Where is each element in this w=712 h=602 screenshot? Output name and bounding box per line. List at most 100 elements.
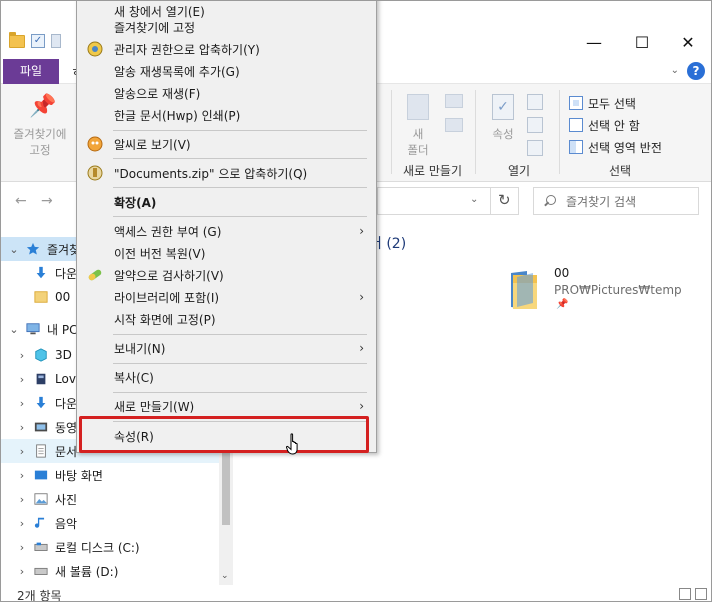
menu-divider: [113, 363, 367, 364]
menu-item-copy[interactable]: 복사(C): [79, 366, 374, 388]
group-label-open: 열기: [508, 164, 531, 178]
large-icons-view-icon[interactable]: [695, 588, 707, 600]
refresh-icon[interactable]: ↻: [498, 191, 511, 209]
menu-item-restore-versions[interactable]: 이전 버전 복원(V): [79, 242, 374, 264]
pin-icon: 📌: [556, 299, 569, 310]
folder-icon: [511, 271, 537, 309]
open-icon[interactable]: [527, 94, 543, 110]
folder-icon: [34, 291, 48, 303]
new-folder-quick-icon[interactable]: [51, 34, 61, 48]
pin-to-quick-access-button[interactable]: 📌 즐겨찾기에 고정: [5, 92, 75, 158]
nav-scrollbar-thumb[interactable]: [222, 453, 230, 525]
invert-selection-icon: [569, 140, 583, 154]
chevron-right-icon[interactable]: ›: [15, 469, 29, 482]
nav-label: 음악: [55, 516, 78, 531]
chevron-right-icon[interactable]: ›: [15, 421, 29, 434]
nav-label: 새 볼륨 (D:): [55, 564, 119, 579]
menu-item-add-playlist[interactable]: 알송 재생목록에 추가(G): [79, 60, 374, 82]
back-arrow-icon[interactable]: ←: [15, 193, 27, 209]
menu-item-grant-access[interactable]: 액세스 권한 부여 (G) ›: [79, 220, 374, 242]
menu-item-print-hwp[interactable]: 한글 문서(Hwp) 인쇄(P): [79, 104, 374, 126]
nav-item-local-disk[interactable]: › 로컬 디스크 (C:): [1, 535, 219, 559]
zip-archive-icon: [87, 165, 103, 181]
ribbon-divider: [559, 90, 560, 174]
menu-divider: [113, 187, 367, 188]
search-input[interactable]: 즐겨찾기 검색: [533, 187, 699, 215]
menu-item-send-to[interactable]: 보내기(N) ›: [79, 337, 374, 359]
nav-label: 내 PC: [47, 322, 78, 337]
ribbon-expand-icon[interactable]: ⌄: [671, 65, 679, 76]
select-all-button[interactable]: 모두 선택: [569, 92, 662, 114]
chevron-right-icon[interactable]: ›: [15, 445, 29, 458]
nav-label: Lov: [55, 372, 76, 386]
highlight-box: [79, 416, 369, 453]
menu-item-pin-quick-access[interactable]: 즐겨찾기에 고정: [79, 16, 374, 38]
drive-icon: [36, 373, 46, 385]
nav-item-pictures[interactable]: › 사진: [1, 487, 219, 511]
invert-selection-button[interactable]: 선택 영역 반전: [569, 136, 662, 158]
scroll-down-icon[interactable]: ⌄: [221, 571, 229, 581]
address-box[interactable]: ⌄ ↻: [377, 187, 519, 215]
context-menu: 새 창에서 열기(E) 즐겨찾기에 고정 관리자 권한으로 압축하기(Y) 알송…: [76, 1, 377, 453]
new-folder-button[interactable]: 새 폴더: [401, 92, 435, 158]
chevron-down-icon[interactable]: ⌄: [7, 323, 21, 336]
search-icon: [544, 195, 556, 207]
menu-item-new[interactable]: 새로 만들기(W) ›: [79, 395, 374, 417]
cube-icon: [35, 348, 47, 362]
document-icon: [36, 444, 46, 458]
menu-item-scan-alyac[interactable]: 알약으로 검사하기(V): [79, 264, 374, 286]
properties-button[interactable]: ✓ 속성: [483, 92, 523, 142]
alsee-viewer-icon: [87, 136, 103, 152]
menu-item-expand[interactable]: 확장(A): [79, 191, 374, 213]
menu-divider: [113, 158, 367, 159]
history-icon[interactable]: [527, 140, 543, 156]
chevron-right-icon[interactable]: ›: [15, 541, 29, 554]
menu-divider: [113, 216, 367, 217]
nav-label: 00: [55, 290, 71, 304]
edit-icon[interactable]: [527, 117, 543, 133]
chevron-right-icon[interactable]: ›: [15, 565, 29, 578]
nav-label: 동영: [55, 420, 78, 435]
menu-divider: [113, 130, 367, 131]
menu-item-include-library[interactable]: 라이브러리에 포함(I) ›: [79, 286, 374, 308]
easy-access-icon[interactable]: [445, 118, 463, 132]
group-label-new: 새로 만들기: [403, 164, 463, 178]
download-arrow-icon: [36, 396, 46, 409]
chevron-right-icon[interactable]: ›: [15, 493, 29, 506]
nav-item-desktop[interactable]: › 바탕 화면: [1, 463, 219, 487]
minimize-button[interactable]: —: [571, 29, 617, 57]
close-button[interactable]: ✕: [665, 29, 711, 57]
forward-arrow-icon[interactable]: →: [41, 193, 53, 209]
tab-file[interactable]: 파일: [3, 59, 59, 84]
nav-label: 3D: [55, 348, 72, 362]
chevron-right-icon[interactable]: ›: [15, 517, 29, 530]
menu-item-compress-admin[interactable]: 관리자 권한으로 압축하기(Y): [79, 38, 374, 60]
chevron-right-icon[interactable]: ›: [15, 373, 29, 386]
new-folder-label-line2: 폴더: [407, 143, 429, 157]
new-item-icon[interactable]: [445, 94, 463, 108]
select-all-label: 모두 선택: [588, 96, 636, 111]
submenu-arrow-icon: ›: [359, 341, 364, 355]
select-none-button[interactable]: 선택 안 함: [569, 114, 662, 136]
shield-zip-icon: [87, 41, 103, 57]
details-view-icon[interactable]: [679, 588, 691, 600]
new-item-buttons: [445, 94, 467, 142]
maximize-button[interactable]: ☐: [619, 29, 665, 57]
menu-item-pin-start[interactable]: 시작 화면에 고정(P): [79, 308, 374, 330]
properties-icon: ✓: [492, 94, 514, 120]
chevron-down-icon[interactable]: ⌄: [7, 243, 21, 256]
ribbon-divider: [475, 90, 476, 174]
help-icon[interactable]: ?: [687, 62, 705, 80]
alyac-pill-icon: [88, 269, 102, 281]
menu-item-compress-zip[interactable]: "Documents.zip" 으로 압축하기(Q): [79, 162, 374, 184]
chevron-right-icon[interactable]: ›: [15, 349, 29, 362]
chevron-right-icon[interactable]: ›: [15, 397, 29, 410]
nav-item-new-volume[interactable]: › 새 볼륨 (D:): [1, 559, 219, 583]
search-placeholder: 즐겨찾기 검색: [566, 194, 637, 209]
menu-item-view-alsee[interactable]: 알씨로 보기(V): [79, 133, 374, 155]
address-dropdown-icon[interactable]: ⌄: [470, 194, 478, 205]
file-item-00[interactable]: 00 PRO₩Pictures₩temp 📌: [507, 263, 687, 319]
nav-item-music[interactable]: › 음악: [1, 511, 219, 535]
properties-quick-icon[interactable]: ✓: [31, 34, 45, 48]
menu-item-play-alsong[interactable]: 알송으로 재생(F): [79, 82, 374, 104]
